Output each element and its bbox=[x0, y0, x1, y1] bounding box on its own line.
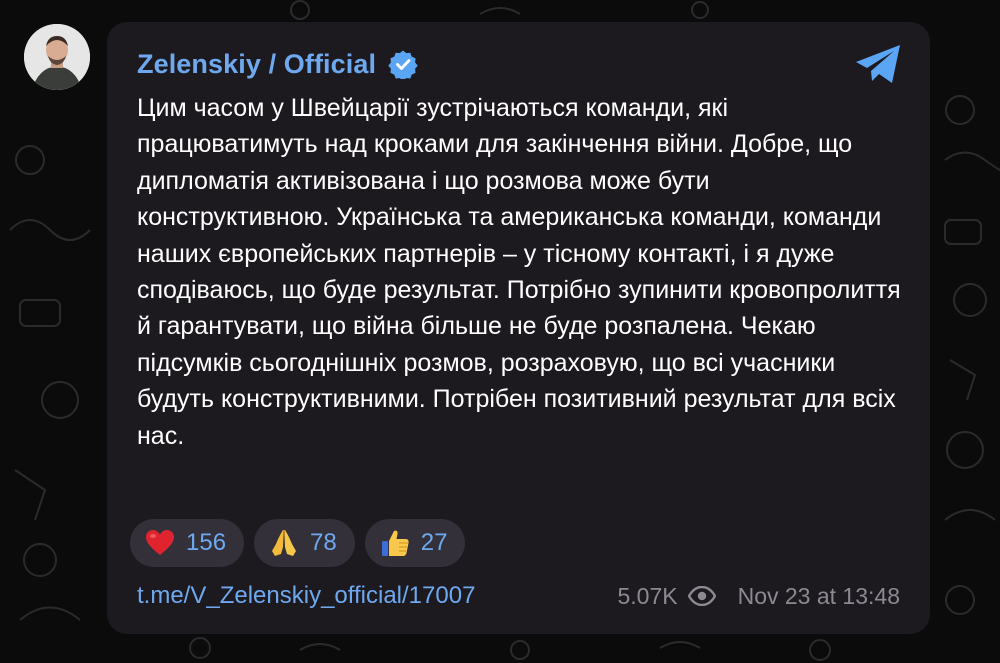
thumbs-up-icon bbox=[381, 530, 409, 556]
message-card: Zelenskiy / Official Цим часом у Швейцар… bbox=[107, 22, 930, 634]
message-meta: 5.07K Nov 23 at 13:48 bbox=[617, 583, 900, 610]
channel-avatar[interactable] bbox=[24, 24, 90, 90]
folded-hands-icon bbox=[272, 530, 297, 556]
message-text: Цим часом у Швейцарії зустрічаються кома… bbox=[137, 94, 901, 450]
telegram-paper-plane-icon[interactable] bbox=[854, 44, 902, 84]
red-heart-icon bbox=[146, 530, 174, 555]
channel-header: Zelenskiy / Official bbox=[137, 44, 418, 84]
reactions-bar: 156 78 27 bbox=[130, 519, 466, 567]
person-photo-avatar-icon bbox=[24, 24, 90, 90]
reaction-count: 27 bbox=[420, 529, 448, 556]
reaction-pray[interactable]: 78 bbox=[254, 519, 355, 567]
reaction-count: 156 bbox=[186, 529, 227, 556]
eye-icon bbox=[687, 586, 716, 606]
verified-badge-icon bbox=[388, 50, 418, 79]
post-link[interactable]: t.me/V_Zelenskiy_official/17007 bbox=[137, 582, 475, 610]
reaction-thumbs-up[interactable]: 27 bbox=[364, 519, 466, 567]
reaction-heart[interactable]: 156 bbox=[130, 519, 245, 567]
timestamp: Nov 23 at 13:48 bbox=[737, 582, 900, 609]
reaction-count: 78 bbox=[310, 529, 337, 556]
message-footer: t.me/V_Zelenskiy_official/17007 5.07K No… bbox=[137, 579, 900, 613]
view-count: 5.07K bbox=[617, 582, 678, 609]
channel-name[interactable]: Zelenskiy / Official bbox=[137, 49, 376, 80]
